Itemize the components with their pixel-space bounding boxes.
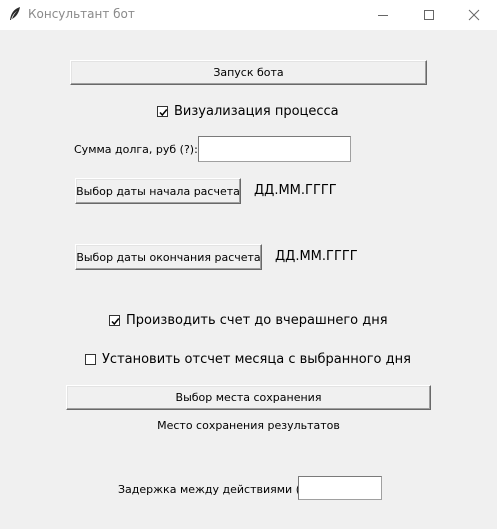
delay-input[interactable] [298,476,382,500]
end-date-value: ДД.ММ.ГГГГ [275,249,358,264]
start-date-button-label: Выбор даты начала расчета [76,184,240,198]
minimize-icon [377,6,389,25]
start-bot-button-label: Запуск бота [213,66,284,79]
title-bar: Консультант бот [0,0,497,30]
month-from-day-checkbox-row[interactable]: Установить отсчет месяца с выбранного дн… [85,352,411,367]
start-date-button[interactable]: Выбор даты начала расчета [75,178,241,204]
start-date-value: ДД.ММ.ГГГГ [254,183,337,198]
visualize-label: Визуализация процесса [174,104,339,119]
until-yesterday-checkbox[interactable] [109,315,120,326]
save-location-text: Место сохранения результатов [157,419,340,432]
close-icon [468,6,480,25]
close-button[interactable] [451,0,497,30]
maximize-icon [423,6,435,25]
maximize-button[interactable] [406,0,452,30]
save-location-button-label: Выбор места сохранения [175,391,322,404]
end-date-button-label: Выбор даты окончания расчета [76,250,261,264]
debt-amount-label: Сумма долга, руб (?): [74,143,198,156]
minimize-button[interactable] [360,0,406,30]
until-yesterday-checkbox-row[interactable]: Производить счет до вчерашнего дня [109,313,388,328]
feather-icon [8,6,22,22]
end-date-button[interactable]: Выбор даты окончания расчета [75,244,262,270]
start-bot-button[interactable]: Запуск бота [70,60,427,85]
visualize-checkbox[interactable] [157,106,168,117]
save-location-button[interactable]: Выбор места сохранения [66,385,431,410]
month-from-day-checkbox[interactable] [85,354,96,365]
month-from-day-label: Установить отсчет месяца с выбранного дн… [102,352,411,367]
debt-amount-input[interactable] [198,136,351,162]
window-title: Консультант бот [28,7,135,21]
delay-label: Задержка между действиями (?) [118,483,311,496]
visualize-checkbox-row[interactable]: Визуализация процесса [157,104,339,119]
until-yesterday-label: Производить счет до вчерашнего дня [126,313,388,328]
